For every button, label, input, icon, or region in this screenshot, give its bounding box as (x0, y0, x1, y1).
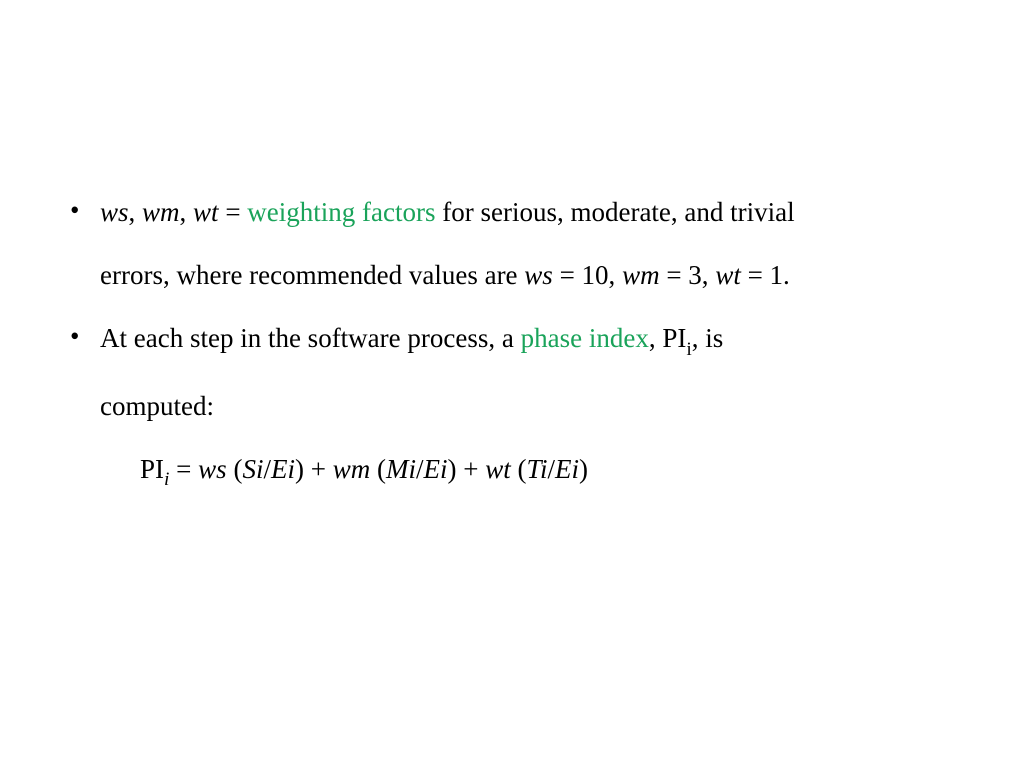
text-line: ws, wm, wt = weighting factors for serio… (100, 195, 956, 230)
bullet-list: ws, wm, wt = weighting factors for serio… (70, 195, 956, 492)
slide-content: ws, wm, wt = weighting factors for serio… (0, 0, 1024, 492)
text-line: At each step in the software process, a … (100, 321, 956, 361)
text-line: errors, where recommended values are ws … (100, 258, 956, 293)
formula-line: PIi = ws (Si/Ei) + wm (Mi/Ei) + wt (Ti/E… (100, 452, 956, 492)
text-line: computed: (100, 389, 956, 424)
bullet-item: ws, wm, wt = weighting factors for serio… (70, 195, 956, 293)
bullet-item: At each step in the software process, a … (70, 321, 956, 491)
